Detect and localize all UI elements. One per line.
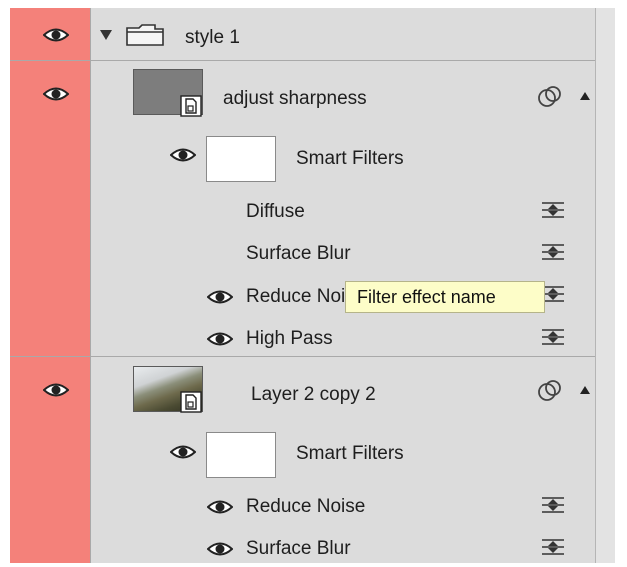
filter-surface-blur[interactable]: Surface Blur	[246, 243, 351, 265]
filter-diffuse[interactable]: Diffuse	[246, 201, 305, 223]
scrollbar[interactable]	[595, 8, 615, 563]
layer-name[interactable]: adjust sharpness	[223, 88, 367, 110]
eye-icon[interactable]	[207, 541, 233, 557]
folder-icon	[125, 23, 165, 47]
layer-name[interactable]: Layer 2 copy 2	[251, 384, 376, 406]
filter-reduce-noise[interactable]: Reduce Noise	[246, 496, 365, 518]
smart-object-badge-icon	[180, 391, 202, 413]
smart-filters-label[interactable]: Smart Filters	[296, 148, 404, 170]
eye-icon[interactable]	[170, 147, 196, 163]
group-name: style 1	[185, 27, 240, 48]
eye-icon[interactable]	[170, 444, 196, 460]
smart-filters-mask-thumbnail[interactable]	[206, 136, 276, 182]
tooltip: Filter effect name	[345, 281, 545, 313]
eye-icon[interactable]	[207, 499, 233, 515]
arrow-up-icon[interactable]	[579, 385, 591, 395]
triangle-down-icon[interactable]	[100, 28, 112, 40]
smart-object-badge-icon	[180, 95, 202, 117]
arrow-up-icon[interactable]	[579, 91, 591, 101]
filter-blending-options-icon[interactable]	[540, 327, 566, 347]
eye-icon[interactable]	[43, 382, 69, 398]
layer-effects-icon[interactable]	[536, 379, 564, 401]
layer-group-row[interactable]: style 1	[10, 8, 595, 61]
smart-filters-mask-thumbnail[interactable]	[206, 432, 276, 478]
filter-surface-blur[interactable]: Surface Blur	[246, 538, 351, 560]
layer-effects-icon[interactable]	[536, 85, 564, 107]
eye-icon[interactable]	[43, 86, 69, 102]
eye-icon[interactable]	[207, 331, 233, 347]
layers-panel: style 1 adjust sharpness Smart Filters D…	[10, 8, 615, 563]
eye-icon[interactable]	[207, 289, 233, 305]
filter-blending-options-icon[interactable]	[540, 200, 566, 220]
filter-blending-options-icon[interactable]	[540, 495, 566, 515]
eye-icon[interactable]	[43, 27, 69, 43]
layer-2-copy-2-section: Layer 2 copy 2 Smart Filters Reduce Nois…	[10, 357, 595, 563]
smart-filters-label[interactable]: Smart Filters	[296, 443, 404, 465]
filter-blending-options-icon[interactable]	[540, 537, 566, 557]
filter-high-pass[interactable]: High Pass	[246, 328, 333, 350]
filter-blending-options-icon[interactable]	[540, 242, 566, 262]
